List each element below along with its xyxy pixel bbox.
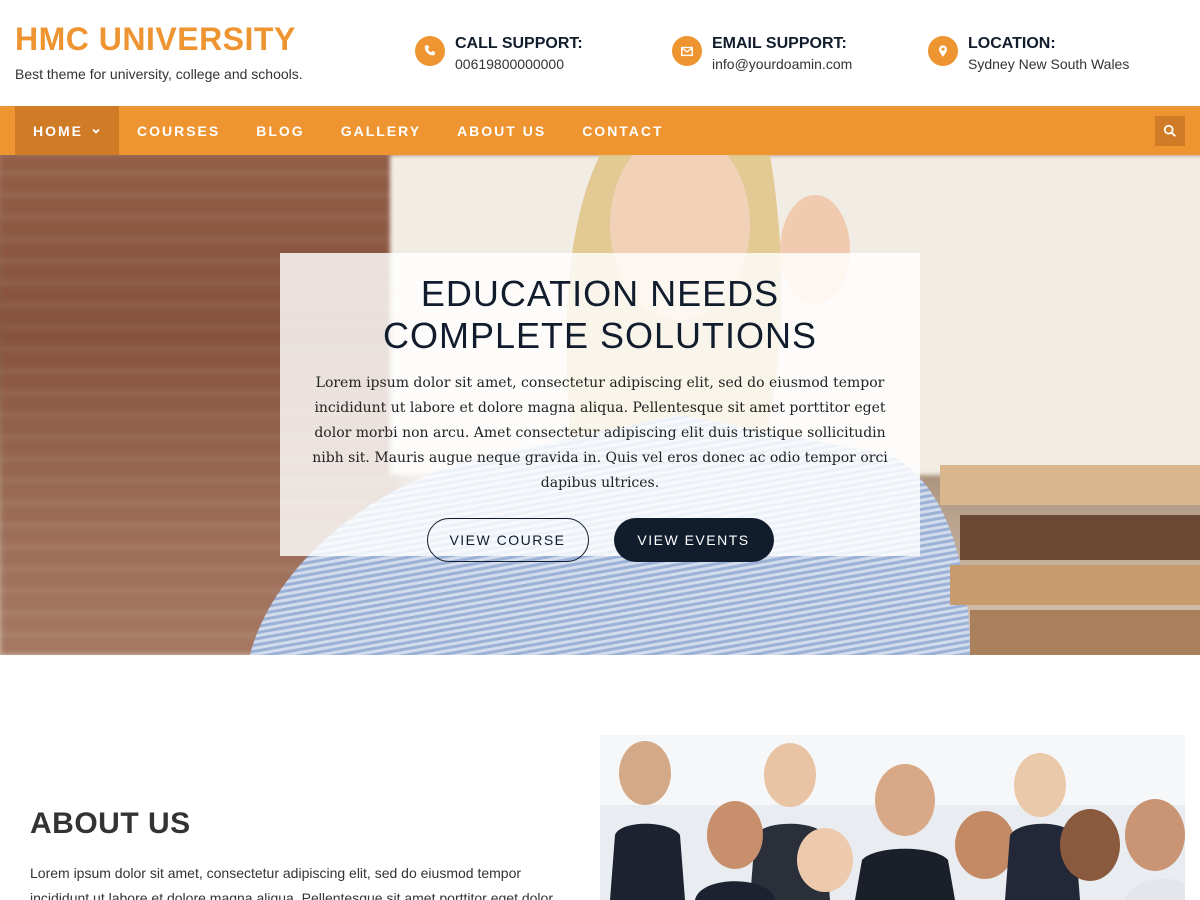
hero-card: EDUCATION NEEDS COMPLETE SOLUTIONS Lorem… bbox=[280, 253, 920, 562]
hero-banner: EDUCATION NEEDS COMPLETE SOLUTIONS Lorem… bbox=[0, 155, 1200, 655]
hero-buttons: VIEW COURSE VIEW EVENTS bbox=[280, 518, 920, 562]
nav-item-home[interactable]: HOME bbox=[15, 106, 119, 155]
email-support: EMAIL SUPPORT: info@yourdoamin.com bbox=[672, 34, 852, 72]
nav-item-about-us[interactable]: ABOUT US bbox=[439, 106, 564, 155]
about-team-photo bbox=[600, 735, 1185, 900]
chevron-down-icon bbox=[92, 128, 100, 134]
team-photo-illustration bbox=[600, 735, 1185, 900]
nav-item-label: COURSES bbox=[137, 122, 221, 139]
about-text: Lorem ipsum dolor sit amet, consectetur … bbox=[30, 865, 553, 900]
call-support-title: CALL SUPPORT: bbox=[455, 35, 583, 52]
nav-item-gallery[interactable]: GALLERY bbox=[323, 106, 439, 155]
email-support-title: EMAIL SUPPORT: bbox=[712, 35, 847, 52]
site-title[interactable]: HMC UNIVERSITY bbox=[15, 20, 303, 58]
nav-menu: HOME COURSES BLOG GALLERY ABOUT US CONTA… bbox=[15, 106, 1200, 155]
hero-books-stack bbox=[940, 465, 1200, 655]
location: LOCATION: Sydney New South Wales bbox=[928, 34, 1129, 72]
nav-item-label: CONTACT bbox=[582, 122, 664, 139]
search-button[interactable] bbox=[1155, 116, 1185, 146]
view-events-button[interactable]: VIEW EVENTS bbox=[613, 518, 774, 562]
envelope-icon bbox=[672, 36, 702, 66]
map-pin-icon bbox=[928, 36, 958, 66]
nav-item-label: ABOUT US bbox=[457, 122, 547, 139]
main-navigation: HOME COURSES BLOG GALLERY ABOUT US CONTA… bbox=[0, 106, 1200, 155]
location-title: LOCATION: bbox=[968, 35, 1056, 52]
phone-icon bbox=[415, 36, 445, 66]
nav-item-blog[interactable]: BLOG bbox=[238, 106, 322, 155]
email-support-address[interactable]: info@yourdoamin.com bbox=[712, 56, 852, 72]
brand: HMC UNIVERSITY Best theme for university… bbox=[15, 20, 303, 82]
nav-item-label: BLOG bbox=[256, 122, 305, 139]
nav-item-contact[interactable]: CONTACT bbox=[564, 106, 681, 155]
nav-item-label: GALLERY bbox=[340, 122, 422, 139]
hero-description: Lorem ipsum dolor sit amet, consectetur … bbox=[312, 375, 888, 491]
location-value: Sydney New South Wales bbox=[968, 56, 1130, 72]
call-support-number[interactable]: 00619800000000 bbox=[455, 56, 583, 72]
nav-item-label: HOME bbox=[33, 122, 83, 139]
call-support: CALL SUPPORT: 00619800000000 bbox=[415, 34, 583, 72]
nav-item-courses[interactable]: COURSES bbox=[119, 106, 238, 155]
about-section: ABOUT US Lorem ipsum dolor sit amet, con… bbox=[0, 655, 1200, 900]
top-header: HMC UNIVERSITY Best theme for university… bbox=[0, 0, 1200, 106]
hero-title: EDUCATION NEEDS COMPLETE SOLUTIONS bbox=[382, 273, 818, 356]
search-icon bbox=[1163, 124, 1176, 137]
about-title: ABOUT US bbox=[30, 807, 191, 840]
view-course-button[interactable]: VIEW COURSE bbox=[426, 518, 589, 562]
site-tagline: Best theme for university, college and s… bbox=[15, 66, 303, 82]
